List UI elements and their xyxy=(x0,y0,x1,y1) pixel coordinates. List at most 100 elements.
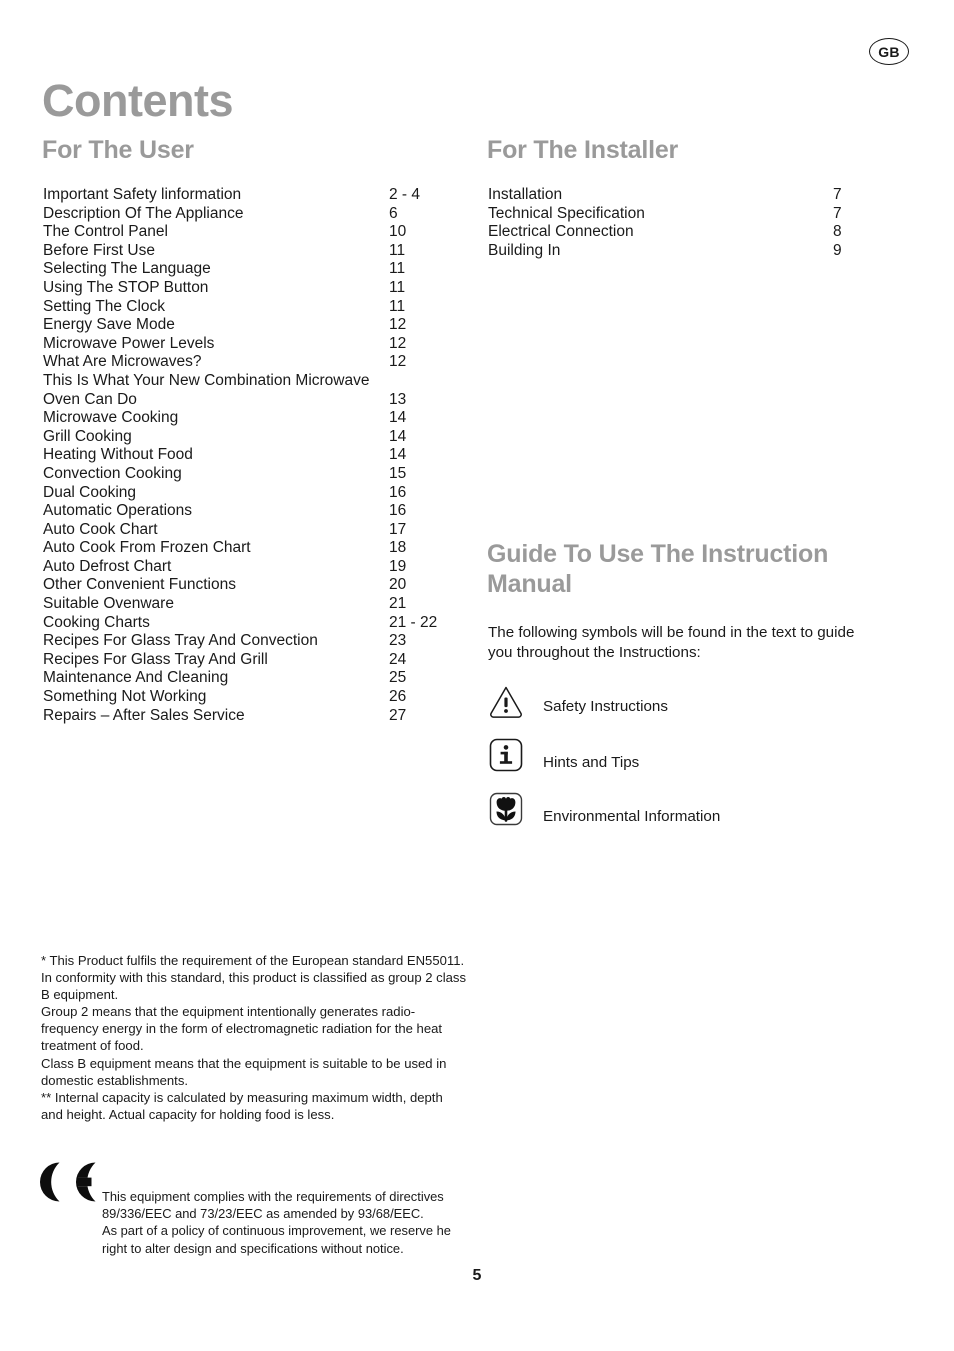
toc-user-entry[interactable]: Suitable Ovenware 21 xyxy=(43,595,463,614)
toc-user-entry[interactable]: Maintenance And Cleaning 25 xyxy=(43,669,463,688)
toc-user-entry-page: 6 xyxy=(389,204,398,222)
toc-list-user: Important Safety linformation 2 - 4 Descri… xyxy=(43,186,463,725)
toc-user-entry[interactable]: Energy Save Mode 12 xyxy=(43,316,463,335)
toc-user-entry-label: Important Safety linformation xyxy=(43,186,242,203)
toc-installer-entry-label: Building In xyxy=(488,241,561,259)
toc-user-entry[interactable]: Automatic Operations 16 xyxy=(43,502,463,521)
toc-installer-entry-page: 7 xyxy=(833,186,842,203)
toc-installer-entry-page: 9 xyxy=(833,241,842,259)
toc-user-entry-label: Suitable Ovenware xyxy=(43,595,174,613)
environment-flower-icon xyxy=(486,789,526,829)
toc-user-entry[interactable]: Before First Use 11 xyxy=(43,242,463,261)
toc-user-entry-page: 10 xyxy=(389,223,407,241)
section-heading-for-the-user: For The User xyxy=(42,136,194,164)
symbol-legend: Safety Instructions Hints and Tips Envir… xyxy=(486,681,886,843)
toc-user-entry-label: Microwave Power Levels xyxy=(43,334,215,352)
toc-user-entry-label: Recipes For Glass Tray And Grill xyxy=(43,650,268,668)
toc-user-entry-label: Repairs – After Sales Service xyxy=(43,706,245,724)
toc-user-entry-label: Selecting The Language xyxy=(43,260,211,278)
legend-row-hints: Hints and Tips xyxy=(486,735,886,789)
toc-user-entry-page: 20 xyxy=(389,576,407,594)
toc-user-entry-label: Oven Can Do xyxy=(43,390,137,408)
footnotes-block: * This Product fulfils the requirement o… xyxy=(41,952,466,1123)
footnote-line: ** Internal capacity is calculated by me… xyxy=(41,1089,443,1122)
footnote-line: * This Product fulfils the requirement o… xyxy=(41,953,465,968)
toc-user-entry[interactable]: Dual Cooking 16 xyxy=(43,484,463,503)
ce-compliance-text: This equipment complies with the require… xyxy=(102,1188,472,1257)
toc-user-entry-page: 16 xyxy=(389,502,407,520)
toc-user-entry-page: 11 xyxy=(389,278,406,296)
toc-user-entry[interactable]: The Control Panel 10 xyxy=(43,223,463,242)
toc-user-entry[interactable]: Setting The Clock 11 xyxy=(43,298,463,317)
toc-user-entry-page: 19 xyxy=(389,557,407,575)
toc-user-entry[interactable]: Auto Cook From Frozen Chart 18 xyxy=(43,539,463,558)
toc-user-entry-page: 11 xyxy=(389,260,406,278)
toc-user-entry[interactable]: Microwave Power Levels 12 xyxy=(43,335,463,354)
toc-user-entry-page: 21 - 22 xyxy=(389,613,438,631)
toc-user-entry[interactable]: Heating Without Food 14 xyxy=(43,446,463,465)
guide-intro-text: The following symbols will be found in t… xyxy=(488,624,855,661)
footnote-line: In conformity with this standard, this p… xyxy=(41,970,467,1003)
toc-user-entry-page: 12 xyxy=(389,353,407,371)
toc-user-entry-label: Auto Cook Chart xyxy=(43,520,158,538)
toc-user-entry[interactable]: Description Of The Appliance 6 xyxy=(43,205,463,224)
toc-user-entry-label: This Is What Your New Combination Microw… xyxy=(43,371,370,389)
toc-user-entry-label: Maintenance And Cleaning xyxy=(43,669,229,687)
toc-user-entry[interactable]: Grill Cooking 14 xyxy=(43,428,463,447)
toc-user-entry-label: Dual Cooking xyxy=(43,483,137,501)
ce-mark-icon xyxy=(33,1158,103,1206)
toc-user-entry-page: 24 xyxy=(389,650,407,668)
toc-user-entry[interactable]: Auto Cook Chart 17 xyxy=(43,521,463,540)
toc-user-entry-page: 16 xyxy=(389,483,407,501)
toc-installer-entry[interactable]: Building In 9 xyxy=(488,242,888,261)
toc-user-entry[interactable]: Other Convenient Functions 20 xyxy=(43,576,463,595)
toc-user-entry-label: Energy Save Mode xyxy=(43,316,175,334)
toc-user-entry[interactable]: Microwave Cooking 14 xyxy=(43,409,463,428)
toc-installer-entry[interactable]: Electrical Connection 8 xyxy=(488,223,888,242)
info-icon xyxy=(486,735,526,775)
toc-user-entry-label: Cooking Charts xyxy=(43,613,150,631)
toc-user-entry[interactable]: Recipes For Glass Tray And Convection 23 xyxy=(43,632,463,651)
toc-installer-entry-label: Technical Specification xyxy=(488,204,645,222)
toc-user-entry-page: 26 xyxy=(389,688,407,706)
toc-user-entry[interactable]: Selecting The Language 11 xyxy=(43,260,463,279)
toc-user-entry-label: Recipes For Glass Tray And Convection xyxy=(43,632,318,650)
toc-user-entry-label: Microwave Cooking xyxy=(43,409,179,427)
toc-user-entry[interactable]: Using The STOP Button 11 xyxy=(43,279,463,298)
toc-installer-entry-page: 7 xyxy=(833,204,842,222)
toc-user-entry-page: 25 xyxy=(389,669,407,687)
toc-user-entry-label: Other Convenient Functions xyxy=(43,576,236,594)
toc-user-entry[interactable]: Important Safety linformation 2 - 4 xyxy=(43,186,463,205)
toc-user-entry-page: 12 xyxy=(389,316,407,334)
toc-user-entry-page: 18 xyxy=(389,539,407,557)
toc-user-entry-label: Auto Cook From Frozen Chart xyxy=(43,539,251,557)
toc-user-entry[interactable]: Repairs – After Sales Service 27 xyxy=(43,707,463,726)
toc-user-entry[interactable]: Convection Cooking 15 xyxy=(43,465,463,484)
toc-user-entry-page: 11 xyxy=(389,241,406,259)
toc-user-entry[interactable]: Auto Defrost Chart 19 xyxy=(43,558,463,577)
ce-compliance-line: This equipment complies with the require… xyxy=(102,1189,444,1222)
toc-user-entry-label: Something Not Working xyxy=(43,688,207,706)
toc-user-entry-label: Before First Use xyxy=(43,241,155,259)
toc-user-entry[interactable]: Cooking Charts 21 - 22 xyxy=(43,614,463,633)
legend-label-environment: Environmental Information xyxy=(543,808,721,825)
toc-user-entry-label: Heating Without Food xyxy=(43,446,193,464)
toc-user-entry[interactable]: Something Not Working 26 xyxy=(43,688,463,707)
toc-user-entry-page: 17 xyxy=(389,520,407,538)
toc-user-entry-label: Using The STOP Button xyxy=(43,278,209,296)
toc-user-entry-label: Grill Cooking xyxy=(43,427,132,445)
toc-user-entry[interactable]: Oven Can Do 13 xyxy=(43,391,463,410)
toc-user-entry[interactable]: Recipes For Glass Tray And Grill 24 xyxy=(43,651,463,670)
legend-row-safety: Safety Instructions xyxy=(486,681,886,735)
footnote-line: Class B equipment means that the equipme… xyxy=(41,1055,447,1088)
toc-user-entry[interactable]: This Is What Your New Combination Microw… xyxy=(43,372,463,391)
legend-row-environment: Environmental Information xyxy=(486,789,886,843)
toc-installer-entry-label: Electrical Connection xyxy=(488,223,634,241)
toc-user-entry-label: Automatic Operations xyxy=(43,502,193,520)
toc-installer-entry[interactable]: Technical Specification 7 xyxy=(488,205,888,224)
toc-installer-entry[interactable]: Installation 7 xyxy=(488,186,888,205)
toc-user-entry-page: 14 xyxy=(389,446,407,464)
legend-label-safety: Safety Instructions xyxy=(543,698,668,715)
toc-user-entry[interactable]: What Are Microwaves? 12 xyxy=(43,353,463,372)
toc-user-entry-page: 2 - 4 xyxy=(389,186,421,203)
